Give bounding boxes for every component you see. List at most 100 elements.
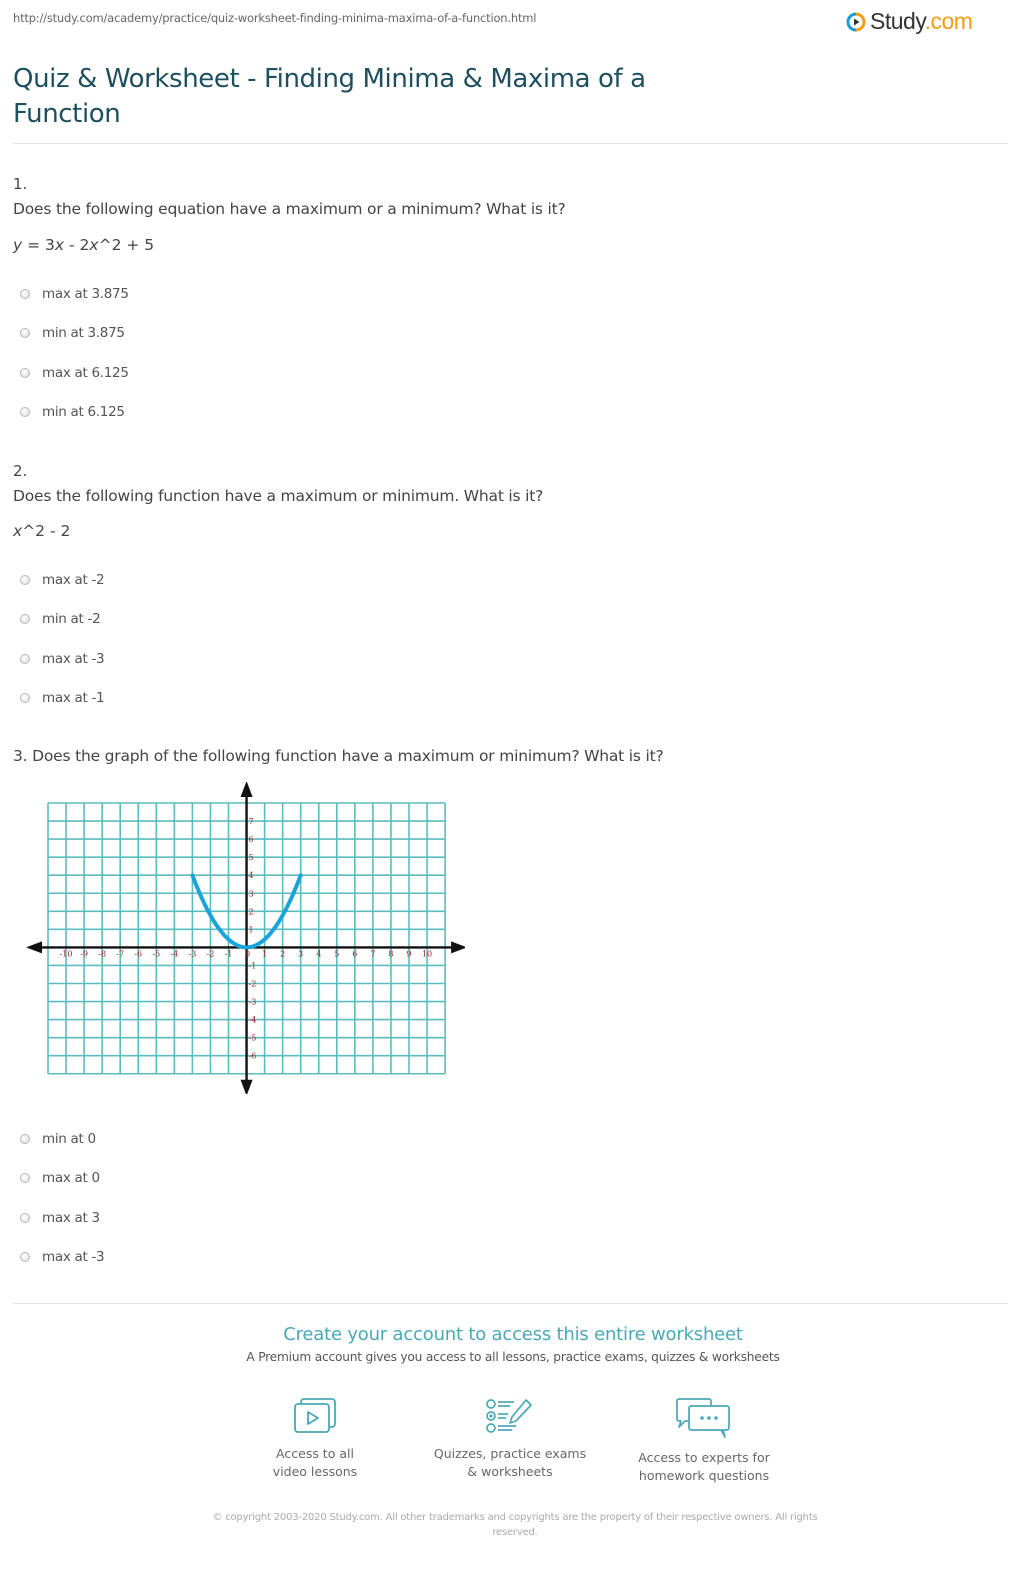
answer-option[interactable]: max at 3.875	[20, 286, 129, 302]
study-logo[interactable]: Study.com	[846, 8, 973, 35]
radio-button[interactable]	[20, 328, 30, 338]
y-tick-label: -6	[249, 1052, 257, 1061]
play-circle-icon	[846, 12, 866, 32]
y-tick-label: -3	[249, 998, 257, 1007]
option-label: max at -3	[42, 651, 105, 667]
option-label: max at 3.875	[42, 286, 129, 302]
radio-button[interactable]	[20, 289, 30, 299]
answer-option[interactable]: min at 0	[20, 1131, 96, 1147]
logo-name: Study	[870, 8, 925, 34]
x-tick-label: -8	[98, 949, 106, 958]
question-text: Does the following equation have a maxim…	[13, 200, 566, 218]
x-tick-label: -7	[116, 949, 124, 958]
radio-button[interactable]	[20, 407, 30, 417]
cta-subtitle: A Premium account gives you access to al…	[246, 1350, 780, 1364]
y-tick-label: -5	[249, 1034, 257, 1043]
feature-line-1: Quizzes, practice exams	[433, 1446, 587, 1461]
answer-option[interactable]: min at 3.875	[20, 325, 125, 341]
y-tick-label: 4	[249, 871, 254, 880]
y-tick-label: 1	[249, 925, 254, 934]
y-axis-down-arrow-icon	[240, 1079, 253, 1094]
answer-option[interactable]: max at -3	[20, 651, 105, 667]
y-axis-up-arrow-icon	[240, 782, 253, 797]
feature-line-1: Access to experts for	[638, 1450, 770, 1465]
x-tick-label: 8	[388, 949, 393, 958]
question-text: 3. Does the graph of the following funct…	[13, 747, 664, 765]
chat-bubbles-icon	[676, 1398, 730, 1438]
y-tick-label: -2	[249, 980, 257, 989]
x-tick-label: 2	[280, 949, 285, 958]
feature-experts: Access to experts for homework questions	[604, 1397, 804, 1485]
option-label: min at 3.875	[42, 325, 125, 341]
radio-button[interactable]	[20, 614, 30, 624]
feature-line-2: video lessons	[272, 1464, 358, 1479]
feature-video-lessons: Access to all video lessons	[215, 1397, 415, 1481]
option-label: max at 3	[42, 1210, 100, 1226]
x-tick-label: 9	[406, 949, 411, 958]
answer-option[interactable]: min at -2	[20, 611, 101, 627]
answer-option[interactable]: max at 0	[20, 1170, 100, 1186]
x-axis-right-arrow-icon	[451, 941, 465, 954]
option-label: max at -3	[42, 1249, 105, 1265]
option-label: max at 6.125	[42, 365, 129, 381]
x-tick-label: -1	[225, 949, 233, 958]
cta-title[interactable]: Create your account to access this entir…	[0, 1324, 1026, 1345]
feature-line-2: & worksheets	[467, 1464, 553, 1479]
answer-option[interactable]: max at -1	[20, 690, 105, 706]
y-tick-label: -1	[249, 961, 257, 970]
footer-divider	[13, 1303, 1008, 1304]
question-formula: y = 3x - 2x^2 + 5	[13, 236, 155, 254]
radio-button[interactable]	[20, 368, 30, 378]
answer-option[interactable]: max at 6.125	[20, 365, 129, 381]
x-tick-label: 1	[262, 949, 267, 958]
radio-button[interactable]	[20, 1213, 30, 1223]
feature-line-1: Access to all	[276, 1446, 354, 1461]
radio-button[interactable]	[20, 1252, 30, 1262]
radio-button[interactable]	[20, 693, 30, 703]
x-tick-label: 7	[370, 949, 375, 958]
x-tick-label: 10	[422, 949, 432, 958]
y-tick-label: 2	[249, 907, 254, 916]
x-tick-label: -2	[207, 949, 215, 958]
x-tick-label: 4	[316, 949, 321, 958]
option-label: max at 0	[42, 1170, 100, 1186]
answer-option[interactable]: max at 3	[20, 1210, 100, 1226]
option-label: min at 6.125	[42, 404, 125, 420]
header-divider	[13, 143, 1008, 144]
feature-line-2: homework questions	[638, 1468, 770, 1483]
x-tick-label: 5	[334, 949, 339, 958]
x-tick-label: -5	[152, 949, 160, 958]
y-tick-label: 6	[249, 835, 254, 844]
x-tick-label: 3	[298, 949, 303, 958]
x-tick-label: -3	[189, 949, 197, 958]
page-title: Quiz & Worksheet - Finding Minima & Maxi…	[13, 64, 646, 129]
option-label: max at -2	[42, 572, 105, 588]
y-tick-label: 7	[249, 817, 254, 826]
radio-button[interactable]	[20, 1173, 30, 1183]
question-number: 1.	[13, 175, 28, 193]
option-label: min at 0	[42, 1131, 96, 1147]
option-label: min at -2	[42, 611, 101, 627]
feature-quizzes: Quizzes, practice exams & worksheets	[410, 1397, 610, 1481]
radio-button[interactable]	[20, 1134, 30, 1144]
x-tick-label: -10	[60, 949, 73, 958]
answer-option[interactable]: max at -3	[20, 1249, 105, 1265]
y-tick-label: 3	[249, 889, 254, 898]
logo-suffix: .com	[924, 8, 973, 34]
answer-option[interactable]: min at 6.125	[20, 404, 125, 420]
y-tick-label: 5	[249, 853, 254, 862]
video-lessons-icon	[294, 1398, 336, 1433]
copyright-notice: © copyright 2003-2020 Study.com. All oth…	[212, 1512, 818, 1538]
quiz-checklist-icon	[486, 1399, 532, 1433]
question-number: 2.	[13, 462, 28, 480]
y-tick-label: -4	[249, 1016, 257, 1025]
question-text: Does the following function have a maxim…	[13, 487, 544, 505]
radio-button[interactable]	[20, 575, 30, 585]
radio-button[interactable]	[20, 654, 30, 664]
x-tick-label: -4	[170, 949, 178, 958]
x-tick-label: -9	[80, 949, 88, 958]
x-tick-label: 0	[245, 949, 250, 958]
parabola-graph: -10 -9 -8 -7 -6 -5 -4 -3 -2 -1 0 1 2 3 4 5 6 7 8 9 107654321…	[26, 782, 465, 1094]
question-formula: x^2 - 2	[13, 522, 71, 540]
answer-option[interactable]: max at -2	[20, 572, 105, 588]
